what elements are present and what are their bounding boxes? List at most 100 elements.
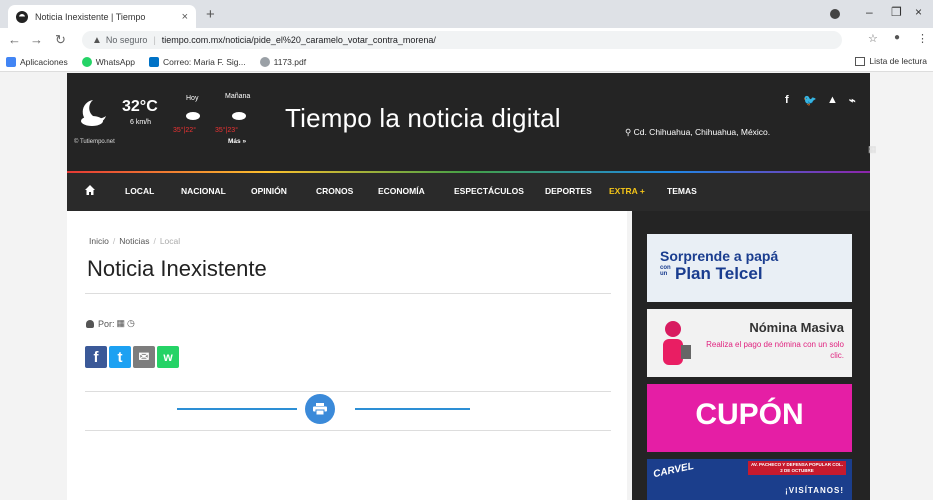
clock-icon: ◷ (127, 318, 135, 328)
weather-more-link[interactable]: Más » (228, 138, 246, 145)
outlook-icon (148, 56, 159, 67)
breadcrumb-home[interactable]: Inicio (89, 236, 109, 246)
nav-economia[interactable]: ECONOMÍA (378, 186, 425, 196)
today-range: 35°|22° (173, 127, 196, 134)
ad-telcel-con: con un (660, 265, 671, 277)
location-pin-icon: ⚲ (625, 127, 634, 137)
article-panel: Inicio / Noticias / Local Noticia Inexistent… (67, 211, 627, 500)
bookmark-label: Correo: Maria F. Sig... (162, 56, 246, 67)
twitter-icon[interactable]: 🐦 (803, 94, 817, 107)
tomorrow-range: 35°|23° (215, 127, 238, 134)
ad-carvel[interactable]: CARVEL AV. PACHECO Y DEFENSA POPULAR COL… (647, 459, 852, 500)
current-temp: 32°C (122, 98, 158, 115)
web-page: © Tutiempo.net 32°C 6 km/h Hoy 35°|22° M… (0, 73, 933, 500)
location-label: Cd. Chihuahua, Chihuahua, México. (633, 127, 771, 137)
share-facebook-icon[interactable]: f (85, 346, 107, 368)
reading-list-icon (855, 56, 866, 66)
nav-deportes[interactable]: DEPORTES (545, 186, 592, 196)
ad-cupon[interactable]: CUPÓN (647, 384, 852, 452)
calendar-icon: ▦ (868, 144, 877, 154)
share-twitter-icon[interactable]: t (109, 346, 131, 368)
whatsapp-icon (81, 56, 92, 67)
facebook-icon[interactable]: f (785, 94, 789, 106)
cloud-icon (186, 112, 200, 120)
profile-icon[interactable] (830, 9, 840, 19)
bookmark-star-icon[interactable]: ☆ (868, 32, 878, 45)
breadcrumb-current: Local (159, 236, 181, 246)
apps-grid-icon (6, 56, 16, 67)
home-icon[interactable] (84, 184, 96, 196)
weather-credit[interactable]: © Tutiempo.net (74, 139, 115, 145)
ad-telcel-plan: Plan Telcel (675, 264, 763, 283)
moon-cloud-icon (81, 100, 106, 126)
nav-espectaculos[interactable]: ESPECTÁCULOS (454, 186, 524, 196)
browser-tab[interactable]: Noticia Inexistente | Tiempo × (8, 5, 196, 28)
menu-icon[interactable]: ⋮ (917, 32, 928, 45)
tab-strip: Noticia Inexistente | Tiempo × + – ❐ × (0, 0, 933, 28)
breadcrumb-noticias[interactable]: Noticias (119, 236, 149, 246)
wind-speed: 6 km/h (130, 119, 152, 126)
print-divider-left (177, 408, 297, 410)
ad-carvel-cta: ¡VISÍTANOS! (785, 486, 844, 495)
ad-telcel-headline: Sorprende a papá (660, 248, 779, 264)
youtube-icon[interactable]: ▲ (827, 94, 838, 106)
byline-label: Por: (98, 318, 115, 329)
url-separator: | (153, 35, 156, 45)
minimize-button[interactable]: – (866, 5, 873, 19)
nav-opinion[interactable]: OPINIÓN (251, 186, 287, 196)
location-text: ⚲ Cd. Chihuahua, Chihuahua, México. (625, 127, 770, 138)
ad-carvel-promo: AV. PACHECO Y DEFENSA POPULAR COL. 2 DE … (748, 461, 846, 475)
site-title[interactable]: Tiempo la noticia digital (285, 103, 561, 134)
url-text: tiempo.com.mx/noticia/pide_el%20_caramel… (161, 35, 436, 45)
calendar-icon: ▦ (116, 318, 126, 328)
address-bar[interactable]: ▲ No seguro | tiempo.com.mx/noticia/pide… (82, 31, 842, 49)
divider (85, 293, 611, 294)
divider (85, 430, 611, 431)
print-button[interactable] (305, 394, 335, 424)
share-buttons: f t ✉ w (85, 346, 179, 368)
close-window-button[interactable]: × (915, 5, 922, 19)
nav-nacional[interactable]: NACIONAL (181, 186, 226, 196)
rss-icon[interactable]: ⌁ (849, 94, 856, 107)
bookmark-pdf[interactable]: 1173.pdf (259, 56, 307, 67)
tab-close-icon[interactable]: × (182, 11, 188, 23)
restore-button[interactable]: ❐ (891, 5, 902, 19)
warning-icon: ▲ (92, 34, 102, 46)
ad-nomina-title: Nómina Masiva (749, 320, 844, 335)
share-whatsapp-icon[interactable]: w (157, 346, 179, 368)
woman-phone-illustration (663, 321, 691, 365)
reading-list-label: Lista de lectura (869, 56, 927, 66)
nav-cronos[interactable]: CRONOS (316, 186, 353, 196)
site-favicon-icon (16, 10, 28, 23)
tomorrow-label: Mañana (225, 93, 251, 100)
nav-local[interactable]: LOCAL (125, 186, 154, 196)
bookmark-label: WhatsApp (95, 56, 135, 67)
reload-icon[interactable]: ↻ (55, 33, 66, 46)
reading-list-button[interactable]: Lista de lectura (855, 56, 927, 66)
bookmark-label: Aplicaciones (20, 56, 68, 67)
ad-carvel-brand: CARVEL (652, 460, 695, 481)
bookmark-apps[interactable]: Aplicaciones (6, 56, 68, 67)
print-divider-right (355, 408, 470, 410)
globe-icon (259, 56, 270, 67)
printer-icon (313, 403, 327, 415)
back-icon[interactable]: ← (8, 33, 21, 46)
tab-title: Noticia Inexistente | Tiempo (35, 11, 146, 22)
account-icon[interactable]: ● (894, 32, 900, 43)
divider (85, 391, 611, 392)
bookmark-outlook[interactable]: Correo: Maria F. Sig... (148, 56, 246, 67)
today-label: Hoy (186, 95, 199, 102)
nav-temas[interactable]: TEMAS (667, 186, 697, 196)
bookmark-whatsapp[interactable]: WhatsApp (81, 56, 135, 67)
user-icon (86, 319, 94, 328)
breadcrumb: Inicio / Noticias / Local (89, 236, 181, 246)
share-email-icon[interactable]: ✉ (133, 346, 155, 368)
ad-telcel[interactable]: Sorprende a papá con un Plan Telcel (647, 234, 852, 302)
nav-extra[interactable]: EXTRA + (609, 186, 645, 196)
article-title: Noticia Inexistente (87, 256, 267, 281)
sidebar-ads: Sorprende a papá con un Plan Telcel Nómin… (632, 211, 870, 500)
bookmark-label: 1173.pdf (273, 56, 307, 67)
forward-icon[interactable]: → (30, 33, 43, 46)
new-tab-button[interactable]: + (206, 7, 215, 22)
ad-nomina[interactable]: Nómina Masiva Realiza el pago de nómina … (647, 309, 852, 377)
